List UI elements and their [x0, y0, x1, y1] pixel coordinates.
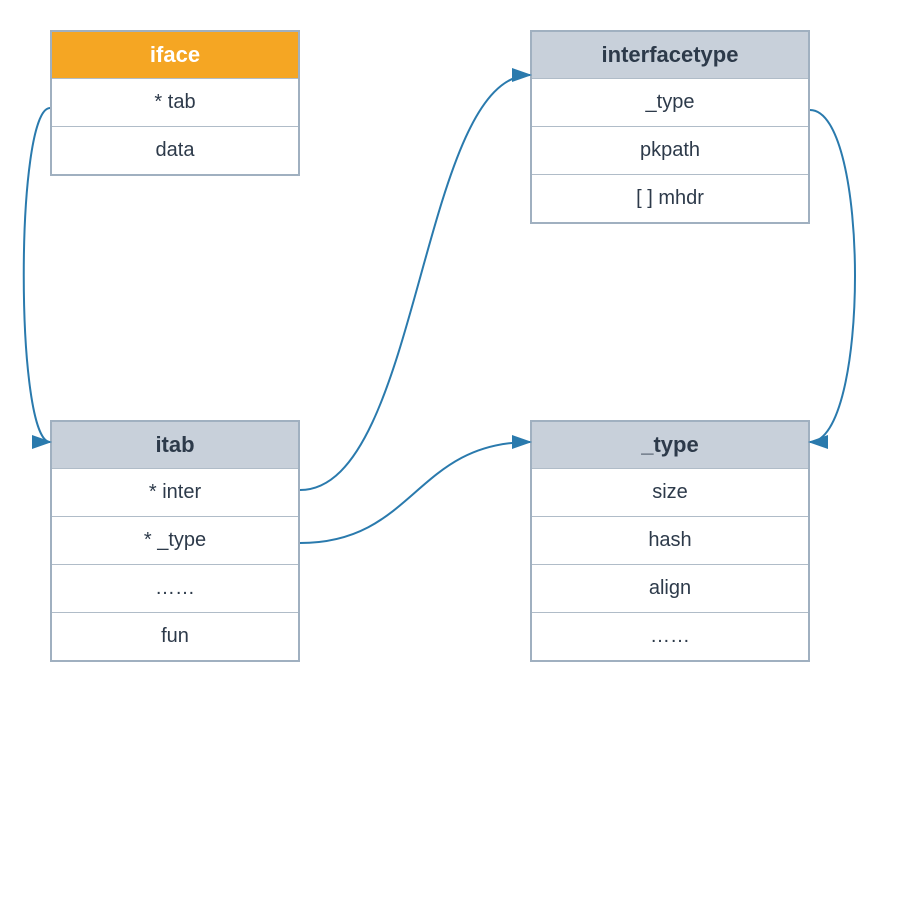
- interfacetype-box: interfacetype _type pkpath [ ] mhdr: [530, 30, 810, 224]
- type-field-dots: ……: [532, 612, 808, 660]
- iface-field-data: data: [52, 126, 298, 174]
- itab-field-dots: ……: [52, 564, 298, 612]
- interfacetype-field-type: _type: [532, 78, 808, 126]
- interfacetype-header: interfacetype: [532, 32, 808, 78]
- type-field-align: align: [532, 564, 808, 612]
- arrow-iface-to-itab: [24, 108, 50, 442]
- type-header: _type: [532, 422, 808, 468]
- type-field-hash: hash: [532, 516, 808, 564]
- itab-box: itab * inter * _type …… fun: [50, 420, 300, 662]
- iface-box: iface * tab data: [50, 30, 300, 176]
- iface-header: iface: [52, 32, 298, 78]
- interfacetype-field-pkpath: pkpath: [532, 126, 808, 174]
- itab-field-fun: fun: [52, 612, 298, 660]
- interfacetype-field-mhdr: [ ] mhdr: [532, 174, 808, 222]
- type-field-size: size: [532, 468, 808, 516]
- arrow-interfacetype-type-to-type: [810, 110, 855, 442]
- itab-field-type: * _type: [52, 516, 298, 564]
- arrow-itab-type-to-type: [300, 442, 530, 543]
- iface-field-tab: * tab: [52, 78, 298, 126]
- itab-header: itab: [52, 422, 298, 468]
- arrow-itab-inter-to-interfacetype: [300, 75, 530, 490]
- itab-field-inter: * inter: [52, 468, 298, 516]
- type-box: _type size hash align ……: [530, 420, 810, 662]
